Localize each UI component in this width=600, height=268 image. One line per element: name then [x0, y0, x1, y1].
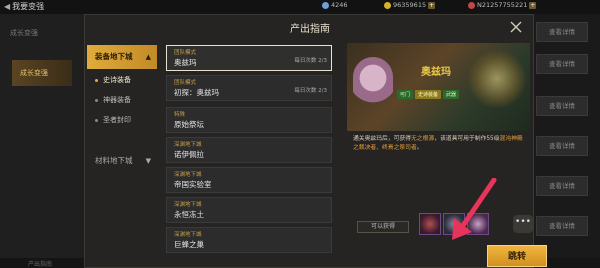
add-points-icon[interactable]: + — [529, 1, 537, 9]
category-label: 材料地下城 — [95, 156, 133, 165]
subcategory-saint-seal[interactable]: 圣者封印 — [89, 111, 155, 129]
view-details-button[interactable]: 查看详情 — [536, 176, 588, 196]
reward-item-icon[interactable] — [419, 213, 441, 235]
tag-list: 可门 史诗装备 武器 — [397, 81, 461, 100]
gold-icon — [384, 1, 391, 9]
boss-name: 奥兹玛 — [421, 67, 451, 78]
points-icon — [468, 1, 475, 9]
list-item[interactable]: 团队模式 初探：奥兹玛 每日次数 2/3 — [166, 75, 332, 101]
chevron-up-icon: ▲ — [145, 53, 151, 61]
left-nav: 成长变强 成长变强 — [0, 14, 88, 268]
gem-icon — [322, 1, 329, 9]
back-label: 我要变强 — [12, 2, 45, 11]
view-details-button[interactable]: 查看详情 — [536, 22, 588, 42]
dialog-title: 产出指南 — [290, 24, 330, 35]
resource-counter: N21257755221 + — [468, 1, 537, 9]
dungeon-description: 通关奥兹玛后，可获得无之根源，该道具可用于制作55级混沌神殿之裁决者、终焉之祭司… — [353, 136, 523, 151]
close-icon[interactable] — [510, 21, 522, 33]
source-guide-dialog: 产出指南 装备地下城 ▲ 史诗装备 神器装备 圣者封印 材料地下城 ▼ 团队模式… — [84, 14, 547, 268]
left-nav-item[interactable]: 成长变强 — [10, 28, 38, 38]
dungeon-list[interactable]: 团队模式 奥兹玛 每日次数 2/3 团队模式 初探：奥兹玛 每日次数 2/3 特… — [165, 43, 335, 268]
view-details-button[interactable]: 查看详情 — [536, 54, 588, 74]
boss-banner: 奥兹玛 可门 史诗装备 武器 — [347, 43, 530, 131]
tag: 武器 — [443, 90, 460, 99]
jump-button[interactable]: 跳转 — [487, 245, 547, 267]
category-equipment-dungeon[interactable]: 装备地下城 ▲ — [87, 45, 157, 69]
add-gold-icon[interactable]: + — [428, 1, 436, 9]
reward-item-icon[interactable] — [467, 213, 489, 235]
left-nav-item-active[interactable]: 成长变强 — [12, 60, 72, 86]
bullet-icon — [95, 79, 98, 82]
back-arrow-icon: ◀ — [4, 2, 11, 11]
bullet-icon — [95, 99, 98, 102]
top-bar: ◀ 我要变强 4246 96359615 + N21257755221 + — [0, 0, 600, 14]
resource-counter: 96359615 + — [384, 1, 436, 9]
list-item[interactable]: 深渊地下城 永恒冻土 — [166, 197, 332, 223]
reward-item-icon[interactable] — [443, 213, 465, 235]
back-button[interactable]: ◀ 我要变强 — [4, 1, 44, 12]
dungeon-detail: 奥兹玛 可门 史诗装备 武器 通关奥兹玛后，可获得无之根源，该道具可用于制作55级混… — [347, 43, 547, 267]
list-item[interactable]: 团队模式 奥兹玛 每日次数 2/3 — [166, 45, 332, 71]
list-item[interactable]: 特殊 原始祭坛 — [166, 107, 332, 133]
bullet-icon — [95, 119, 98, 122]
list-item[interactable]: 深渊地下城 巨蜂之巢 — [166, 227, 332, 253]
list-item[interactable]: 深渊地下城 诺伊佩拉 — [166, 137, 332, 163]
view-details-button[interactable]: 查看详情 — [536, 96, 588, 116]
category-material-dungeon[interactable]: 材料地下城 ▼ — [87, 149, 157, 173]
resource-counter: 4246 — [322, 1, 348, 9]
view-details-button[interactable]: 查看详情 — [536, 136, 588, 156]
chevron-down-icon: ▼ — [145, 157, 151, 165]
category-label: 装备地下城 — [95, 52, 133, 61]
list-item[interactable]: 深渊地下城 帝国实验室 — [166, 167, 332, 193]
tag: 史诗装备 — [415, 90, 442, 99]
subcategory-artifact-equipment[interactable]: 神器装备 — [89, 91, 155, 109]
bottom-label: 产出指南 — [28, 261, 53, 268]
view-details-button[interactable]: 查看详情 — [536, 216, 588, 236]
more-items-button[interactable]: ••• — [513, 215, 533, 233]
boss-portrait — [353, 57, 393, 117]
obtainable-label: 可以获得 — [357, 221, 409, 233]
subcategory-epic-equipment[interactable]: 史诗装备 — [89, 71, 155, 89]
tag: 可门 — [397, 90, 414, 99]
